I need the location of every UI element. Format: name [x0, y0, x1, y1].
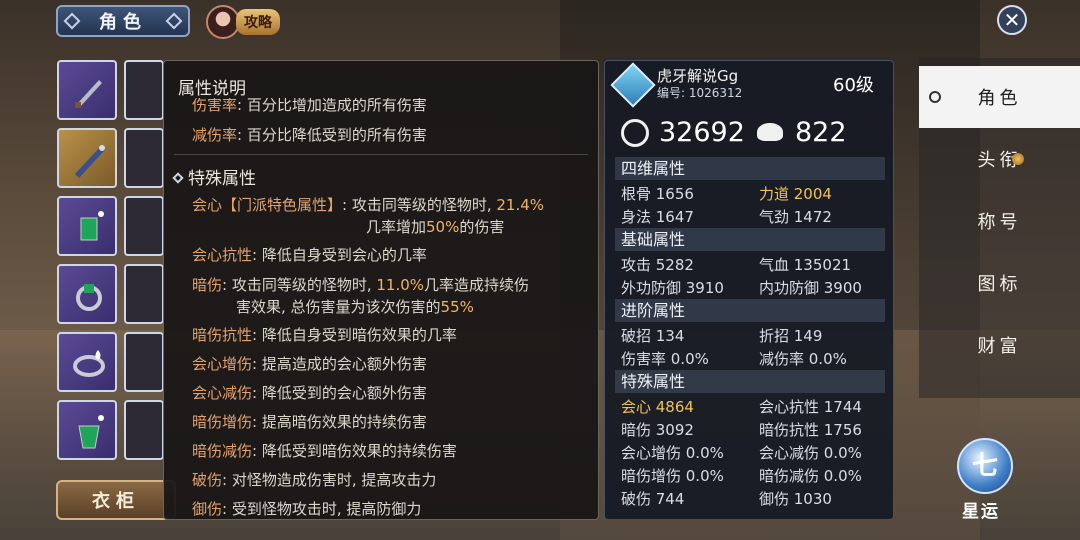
special-section-title: 特殊属性 — [172, 164, 256, 189]
section-advanced: 进阶属性 — [615, 299, 885, 322]
desc-body[interactable]: 伤害率: 百分比增加造成的所有伤害 减伤率: 百分比降低受到的所有伤害 特殊属性… — [164, 98, 598, 519]
stat-inner-def: 内功防御 3900 — [759, 279, 862, 297]
equip-slot-amulet[interactable] — [57, 400, 117, 460]
combat-power: 32692 — [621, 113, 751, 153]
desc-line: 御伤: 受到怪物攻击时, 提高防御力 — [192, 500, 422, 518]
desc-line-crit-cont: 几率增加50%的伤害 — [366, 218, 505, 236]
stat-crit-red: 会心减伤 0.0% — [759, 444, 862, 462]
desc-line: 会心减伤: 降低受到的会心额外伤害 — [192, 384, 427, 402]
stat-hp: 气血 135021 — [759, 256, 852, 274]
character-boot-slot — [124, 400, 164, 460]
role-menu-icon — [929, 91, 941, 103]
sect-emblem-icon — [610, 62, 656, 108]
stat-attack: 攻击 5282 — [621, 256, 694, 274]
character-portrait-top — [124, 60, 164, 120]
stat-qijin: 气劲 1472 — [759, 208, 832, 226]
stat-dmg-rate: 伤害率 0.0% — [621, 350, 709, 368]
side-menu: 角色 头衔 称号 图标 财富 — [919, 58, 1080, 398]
wardrobe-button[interactable]: 衣柜 — [56, 480, 176, 520]
stat-zhezhao: 折招 149 — [759, 327, 823, 345]
divider — [174, 154, 588, 155]
stat-crit: 会心 4864 — [621, 398, 694, 416]
equip-slot-weapon-1[interactable] — [57, 60, 117, 120]
stat-lidao: 力道 2004 — [759, 185, 832, 203]
desc-line: 暗伤减伤: 降低受到暗伤效果的持续伤害 — [192, 442, 457, 460]
player-level: 60级 — [833, 75, 874, 96]
tab-ornament-right — [165, 12, 183, 30]
desc-line: 会心增伤: 提高造成的会心额外伤害 — [192, 355, 427, 373]
character-belt-slot — [124, 332, 164, 392]
desc-line: 破伤: 对怪物造成伤害时, 提高攻击力 — [192, 471, 437, 489]
gear-score: 822 — [757, 113, 877, 153]
player-name: 虎牙解说Gg — [657, 67, 739, 85]
player-id: 编号: 1026312 — [657, 86, 743, 100]
desc-line: 减伤率: 百分比降低受到的所有伤害 — [192, 126, 427, 144]
section-special: 特殊属性 — [615, 370, 885, 393]
jade-pendant-icon — [80, 211, 104, 241]
desc-line: 会心抗性: 降低自身受到会心的几率 — [192, 246, 427, 264]
stat-poshang: 破伤 744 — [621, 490, 685, 508]
desc-line: 暗伤抗性: 降低自身受到暗伤效果的几率 — [192, 326, 457, 344]
guide-button[interactable]: 攻略 — [206, 5, 290, 39]
menu-item-wealth[interactable]: 财富 — [919, 314, 1080, 376]
star-fortune-label: 星运 — [962, 502, 1000, 522]
desc-line-dot: 暗伤: 攻击同等级的怪物时, 11.0%几率造成持续伤 — [192, 276, 530, 294]
combat-power-icon — [621, 119, 649, 147]
equip-slot-ring[interactable] — [57, 264, 117, 324]
stat-crit-inc: 会心增伤 0.0% — [621, 444, 724, 462]
stat-yushang: 御伤 1030 — [759, 490, 832, 508]
combat-power-value: 32692 — [659, 117, 745, 148]
ring-icon — [76, 284, 102, 311]
guide-label: 攻略 — [236, 9, 280, 35]
stats-panel: 虎牙解说Gg 编号: 1026312 60级 32692 822 四维属性 根骨… — [604, 60, 894, 520]
stat-dot-res: 暗伤抗性 1756 — [759, 421, 862, 439]
diamond-icon — [172, 172, 184, 184]
stat-gengu: 根骨 1656 — [621, 185, 694, 203]
stat-crit-res: 会心抗性 1744 — [759, 398, 862, 416]
equip-slot-bracelet[interactable] — [57, 332, 117, 392]
bracelet-icon — [73, 350, 105, 377]
section-four-dim: 四维属性 — [615, 157, 885, 180]
role-tab-label: 角色 — [99, 12, 147, 33]
desc-line: 伤害率: 百分比增加造成的所有伤害 — [192, 98, 427, 114]
star-fortune-button[interactable]: 七 — [957, 438, 1013, 494]
stat-dot: 暗伤 3092 — [621, 421, 694, 439]
equip-slot-weapon-2[interactable] — [57, 128, 117, 188]
menu-item-title[interactable]: 头衔 — [919, 128, 1080, 190]
gear-score-value: 822 — [795, 117, 847, 148]
tab-ornament-left — [63, 12, 81, 30]
equip-slot-pendant[interactable] — [57, 196, 117, 256]
character-glove-slot — [124, 264, 164, 324]
green-amulet-icon — [78, 415, 104, 449]
stat-dot-inc: 暗伤增伤 0.0% — [621, 467, 724, 485]
stat-red-rate: 减伤率 0.0% — [759, 350, 847, 368]
role-tab[interactable]: 角色 — [56, 5, 190, 37]
menu-item-role[interactable]: 角色 — [919, 66, 1080, 128]
desc-line: 暗伤增伤: 提高暗伤效果的持续伤害 — [192, 413, 427, 431]
dagger-icon — [75, 80, 102, 108]
guide-portrait-icon — [206, 5, 240, 39]
character-outfit-slot — [124, 196, 164, 256]
title-badge-icon — [1012, 153, 1024, 165]
stat-shenfa: 身法 1647 — [621, 208, 694, 226]
menu-item-icon[interactable]: 图标 — [919, 252, 1080, 314]
staff-icon — [75, 145, 105, 178]
attribute-description-panel: 属性说明 伤害率: 百分比增加造成的所有伤害 减伤率: 百分比降低受到的所有伤害… — [163, 60, 599, 520]
menu-item-nickname[interactable]: 称号 — [919, 190, 1080, 252]
stat-dot-red: 暗伤减伤 0.0% — [759, 467, 862, 485]
desc-line-crit: 会心【门派特色属性】: 攻击同等级的怪物时, 21.4% — [192, 196, 545, 214]
desc-line-dot-cont: 害效果, 总伤害量为该次伤害的55% — [236, 298, 474, 316]
stat-pozhao: 破招 134 — [621, 327, 685, 345]
gear-score-icon — [757, 123, 783, 141]
stat-outer-def: 外功防御 3910 — [621, 279, 724, 297]
character-portrait-mid — [124, 128, 164, 188]
desc-title: 属性说明 — [178, 79, 246, 99]
close-button[interactable]: ✕ — [997, 5, 1027, 35]
section-basic: 基础属性 — [615, 228, 885, 251]
